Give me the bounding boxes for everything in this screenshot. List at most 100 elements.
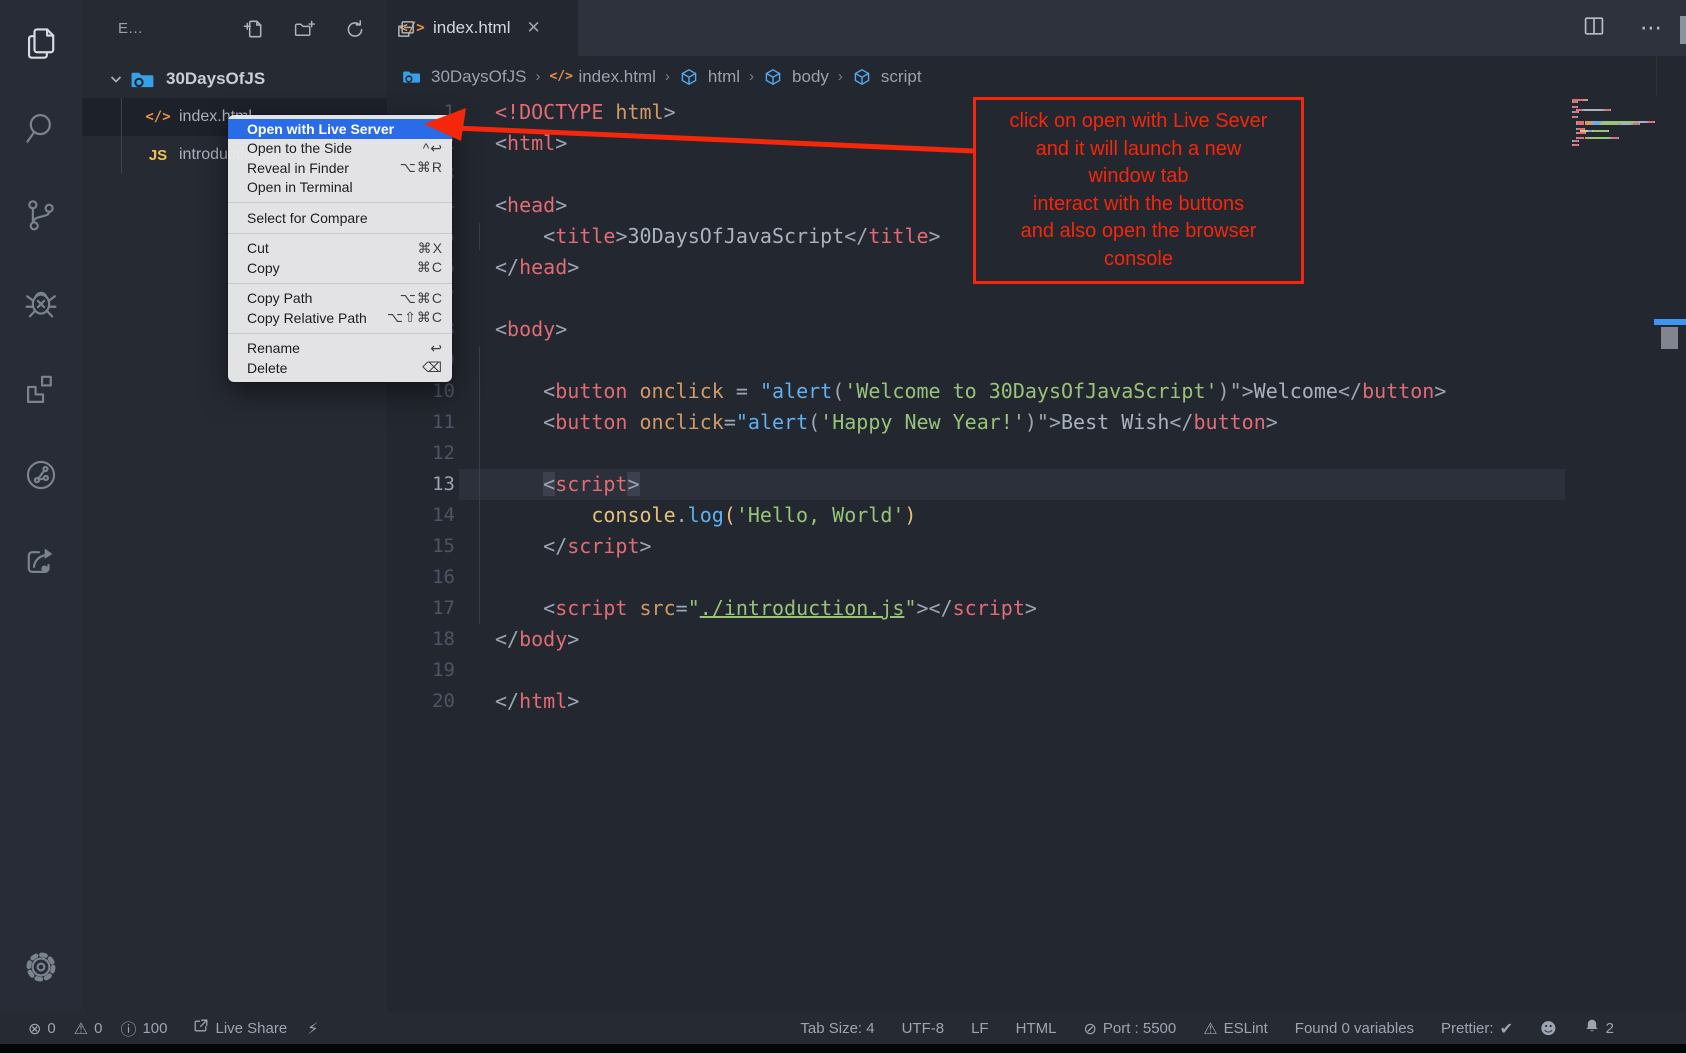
breadcrumb-item-30daysofjs[interactable]: 30DaysOfJS xyxy=(402,67,526,87)
activity-live-share-icon[interactable] xyxy=(22,456,60,494)
menu-item-open-to-the-side[interactable]: Open to the Side^↩ xyxy=(228,139,452,159)
bolt-icon: ⚡ xyxy=(307,1019,318,1038)
status-label: HTML xyxy=(1016,1020,1057,1037)
status-tab-size-4[interactable]: Tab Size: 4 xyxy=(800,1020,874,1037)
line-number[interactable]: 15 xyxy=(387,531,455,562)
status-eslint[interactable]: ⚠ESLint xyxy=(1203,1019,1268,1038)
activity-debug-icon[interactable] xyxy=(22,283,60,321)
menu-item-copy-path[interactable]: Copy Path⌥⌘C xyxy=(228,289,452,309)
code-line-8[interactable]: 8<body> xyxy=(387,314,1686,345)
code-text: <head> xyxy=(495,190,567,221)
menu-item-shortcut: ↩ xyxy=(430,340,443,357)
menu-item-select-for-compare[interactable]: Select for Compare xyxy=(228,208,452,228)
menu-item-rename[interactable]: Rename↩ xyxy=(228,339,452,359)
minimap[interactable] xyxy=(1572,99,1656,147)
code-line-12[interactable]: 12 xyxy=(387,438,1686,469)
breadcrumb-label: index.html xyxy=(578,67,655,87)
status-label: Found 0 variables xyxy=(1295,1020,1414,1037)
breadcrumb-item-body[interactable]: body xyxy=(763,67,829,87)
status-label: Port : 5500 xyxy=(1103,1020,1176,1037)
new-file-icon[interactable] xyxy=(242,18,264,45)
activity-search-icon[interactable] xyxy=(22,109,60,147)
line-number[interactable]: 13 xyxy=(387,469,455,500)
status-lf[interactable]: LF xyxy=(971,1020,989,1037)
menu-item-reveal-in-finder[interactable]: Reveal in Finder⌥⌘R xyxy=(228,158,452,178)
line-number[interactable]: 19 xyxy=(387,655,455,686)
code-line-16[interactable]: 16 xyxy=(387,562,1686,593)
more-actions-icon[interactable]: ⋯ xyxy=(1640,15,1664,41)
folder-icon xyxy=(402,67,424,87)
menu-separator xyxy=(228,283,452,284)
breadcrumb-item-index-html[interactable]: </>index.html xyxy=(549,67,655,87)
menu-item-open-with-live-server[interactable]: Open with Live Server xyxy=(228,119,452,139)
new-folder-icon[interactable] xyxy=(293,18,315,45)
explorer-title: E… xyxy=(118,20,143,37)
status-port-5500[interactable]: ⊘ Port : 5500 xyxy=(1083,1019,1176,1038)
status-2[interactable]: 2 xyxy=(1584,1018,1614,1038)
line-number[interactable]: 16 xyxy=(387,562,455,593)
menu-item-open-in-terminal[interactable]: Open in Terminal xyxy=(228,178,452,198)
code-line-18[interactable]: 18 </body> xyxy=(387,624,1686,655)
code-line-11[interactable]: 11 <button onclick="alert('Happy New Yea… xyxy=(387,407,1686,438)
menu-item-copy-relative-path[interactable]: Copy Relative Path⌥⇧⌘C xyxy=(228,308,452,328)
code-line-17[interactable]: 17 <script src="./introduction.js"></scr… xyxy=(387,593,1686,624)
breadcrumb-separator: › xyxy=(838,68,843,85)
activity-explorer-icon[interactable] xyxy=(22,24,60,62)
annotation-box: click on open with Live Severand it will… xyxy=(973,97,1304,284)
status-utf-8[interactable]: UTF-8 xyxy=(902,1020,945,1037)
tab-close-icon[interactable]: ✕ xyxy=(526,18,540,38)
code-line-20[interactable]: 20</html> xyxy=(387,686,1686,717)
status-label: 2 xyxy=(1606,1020,1614,1037)
settings-gear-icon[interactable] xyxy=(22,948,60,986)
activity-source-control-icon[interactable] xyxy=(22,196,60,234)
code-line-10[interactable]: 10 <button onclick = "alert('Welcome to … xyxy=(387,376,1686,407)
code-line-13[interactable]: 13 <script> xyxy=(387,469,1686,500)
status-smiley[interactable]: ☻ xyxy=(1540,1019,1557,1038)
status-label: LF xyxy=(971,1020,989,1037)
window-bottom-edge xyxy=(0,1044,1686,1053)
breadcrumb-item-script[interactable]: script xyxy=(852,67,922,87)
status-live-share[interactable]: Live Share xyxy=(193,1018,287,1038)
menu-item-label: Cut xyxy=(247,240,418,256)
line-number[interactable]: 11 xyxy=(387,407,455,438)
menu-item-shortcut: ⌥⌘C xyxy=(400,290,443,307)
status-100[interactable]: ⓘ100 xyxy=(120,1016,167,1040)
line-number[interactable]: 12 xyxy=(387,438,455,469)
refresh-icon[interactable] xyxy=(344,18,366,45)
prohibited-icon: ⊘ xyxy=(1083,1019,1096,1038)
line-number[interactable]: 14 xyxy=(387,500,455,531)
code-line-7[interactable]: 7 xyxy=(387,283,1686,314)
status-prettier[interactable]: Prettier:✔ xyxy=(1441,1019,1513,1038)
menu-item-shortcut: ⌘X xyxy=(418,240,443,257)
code-line-15[interactable]: 15 </script> xyxy=(387,531,1686,562)
annotation-line: click on open with Live Sever xyxy=(976,108,1301,136)
bell-icon xyxy=(1584,1018,1600,1038)
menu-item-delete[interactable]: Delete⌫ xyxy=(228,358,452,378)
activity-share-feedback-icon[interactable] xyxy=(22,542,60,580)
code-text: <body> xyxy=(495,314,567,345)
scrollbar-thumb[interactable] xyxy=(1661,327,1678,349)
code-line-14[interactable]: 14 console.log('Hello, World') xyxy=(387,500,1686,531)
line-number[interactable]: 18 xyxy=(387,624,455,655)
split-editor-icon[interactable] xyxy=(1582,14,1606,43)
line-number[interactable]: 20 xyxy=(387,686,455,717)
status-0[interactable]: ⚠0 xyxy=(74,1019,103,1038)
code-text: </body> xyxy=(495,624,579,655)
status-html[interactable]: HTML xyxy=(1016,1020,1057,1037)
menu-item-copy[interactable]: Copy⌘C xyxy=(228,258,452,278)
menu-separator xyxy=(228,202,452,203)
folder-row-30daysofjs[interactable]: 30DaysOfJS xyxy=(82,60,387,98)
code-line-9[interactable]: 9 xyxy=(387,345,1686,376)
activity-extensions-icon[interactable] xyxy=(22,370,60,408)
status-0[interactable]: ⊗0 xyxy=(28,1019,56,1038)
status-label: 0 xyxy=(47,1020,55,1037)
status-found-0-variables[interactable]: Found 0 variables xyxy=(1295,1020,1414,1037)
breadcrumb-item-html[interactable]: html xyxy=(679,67,740,87)
collapse-all-icon[interactable] xyxy=(395,18,417,45)
menu-item-cut[interactable]: Cut⌘X xyxy=(228,239,452,259)
breadcrumb-label: 30DaysOfJS xyxy=(431,67,526,87)
breadcrumb-separator: › xyxy=(665,68,670,85)
code-line-19[interactable]: 19 xyxy=(387,655,1686,686)
status-bolt[interactable]: ⚡ xyxy=(307,1019,318,1038)
line-number[interactable]: 17 xyxy=(387,593,455,624)
